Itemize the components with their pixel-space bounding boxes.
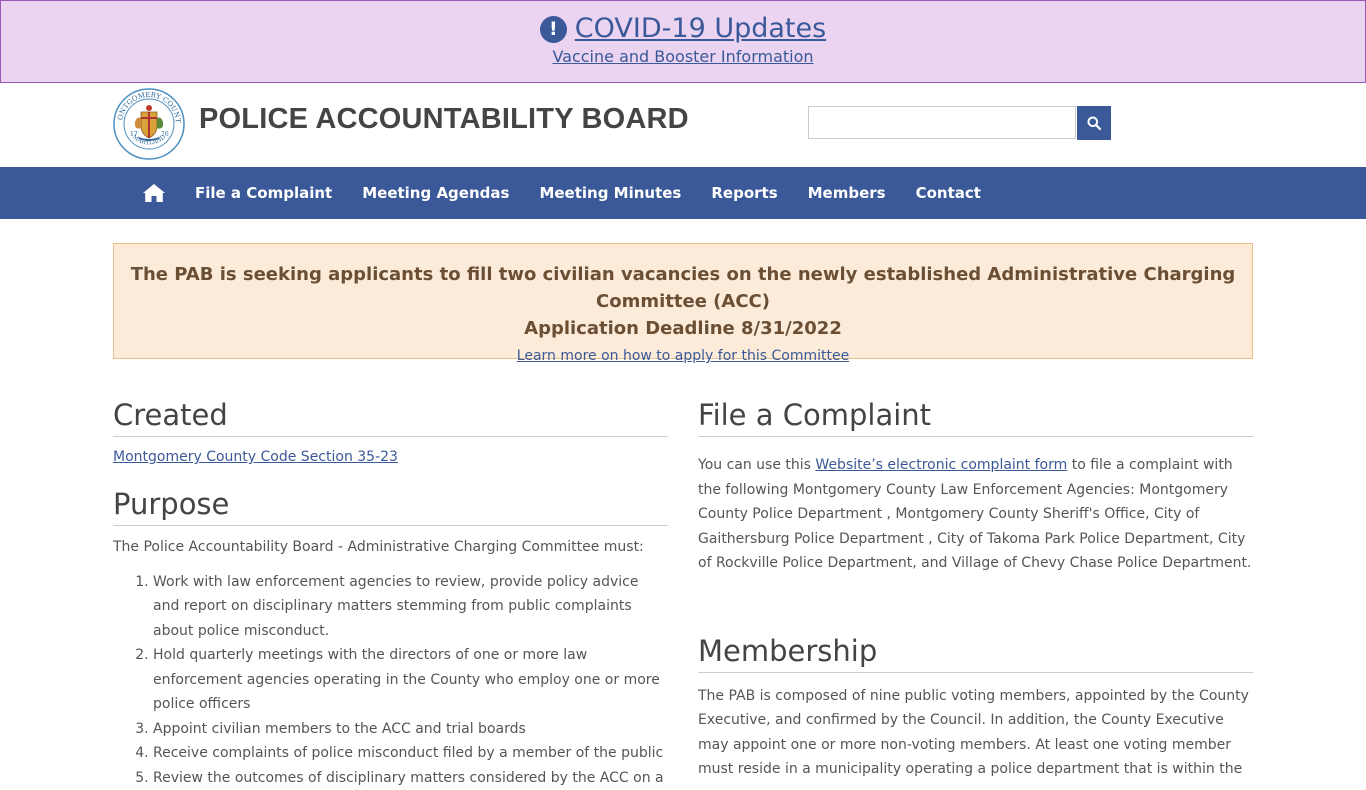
electronic-complaint-form-link[interactable]: Website’s electronic complaint form — [815, 457, 1067, 473]
nav-home-link[interactable] — [142, 183, 166, 203]
nav-contact[interactable]: Contact — [916, 184, 981, 202]
county-code-link[interactable]: Montgomery County Code Section 35-23 — [113, 449, 398, 465]
membership-heading: Membership — [698, 632, 1253, 673]
search-icon — [1087, 116, 1101, 130]
complaint-text-pre: You can use this — [698, 457, 815, 473]
complaint-paragraph: You can use this Website’s electronic co… — [698, 453, 1253, 576]
purpose-item: Appoint civilian members to the ACC and … — [153, 717, 668, 742]
site-title[interactable]: POLICE ACCOUNTABILITY BOARD — [199, 103, 689, 136]
main-nav: File a Complaint Meeting Agendas Meeting… — [0, 167, 1366, 219]
search-input[interactable] — [808, 106, 1076, 139]
created-heading: Created — [113, 396, 668, 437]
nav-file-complaint[interactable]: File a Complaint — [195, 184, 332, 202]
home-icon — [142, 183, 166, 203]
search-button[interactable] — [1077, 106, 1111, 140]
membership-paragraph: The PAB is composed of nine public votin… — [698, 684, 1253, 782]
purpose-list: Work with law enforcement agencies to re… — [113, 570, 668, 790]
nav-reports[interactable]: Reports — [711, 184, 777, 202]
county-seal-logo[interactable]: MONTGOMERY COUNTY MARYLAND 17 76 — [113, 88, 185, 160]
purpose-intro: The Police Accountability Board - Admini… — [113, 535, 668, 560]
svg-text:17: 17 — [130, 131, 138, 138]
file-complaint-heading: File a Complaint — [698, 396, 1253, 437]
nav-meeting-agendas[interactable]: Meeting Agendas — [362, 184, 509, 202]
notice-deadline: Application Deadline 8/31/2022 — [114, 315, 1252, 342]
purpose-heading: Purpose — [113, 485, 668, 526]
svg-text:76: 76 — [161, 131, 169, 138]
apply-committee-link[interactable]: Learn more on how to apply for this Comm… — [517, 348, 849, 364]
acc-vacancy-notice: The PAB is seeking applicants to fill tw… — [113, 243, 1253, 359]
covid-alert-banner: ! COVID-19 Updates Vaccine and Booster I… — [0, 0, 1366, 83]
left-column: Created Montgomery County Code Section 3… — [113, 396, 668, 790]
nav-members[interactable]: Members — [808, 184, 886, 202]
exclamation-circle-icon: ! — [540, 16, 567, 43]
notice-headline: The PAB is seeking applicants to fill tw… — [114, 261, 1252, 315]
complaint-text-post: to file a complaint with the following M… — [698, 457, 1251, 571]
nav-meeting-minutes[interactable]: Meeting Minutes — [539, 184, 681, 202]
purpose-item: Work with law enforcement agencies to re… — [153, 570, 668, 644]
purpose-item: Receive complaints of police misconduct … — [153, 741, 668, 766]
site-header: MONTGOMERY COUNTY MARYLAND 17 76 POLICE … — [0, 83, 1366, 167]
right-column: File a Complaint You can use this Websit… — [698, 396, 1253, 782]
purpose-item: Review the outcomes of disciplinary matt… — [153, 766, 668, 790]
covid-updates-label: COVID-19 Updates — [575, 12, 826, 46]
covid-updates-link[interactable]: ! COVID-19 Updates — [540, 12, 826, 46]
purpose-item: Hold quarterly meetings with the directo… — [153, 643, 668, 717]
vaccine-booster-link[interactable]: Vaccine and Booster Information — [1, 47, 1365, 66]
